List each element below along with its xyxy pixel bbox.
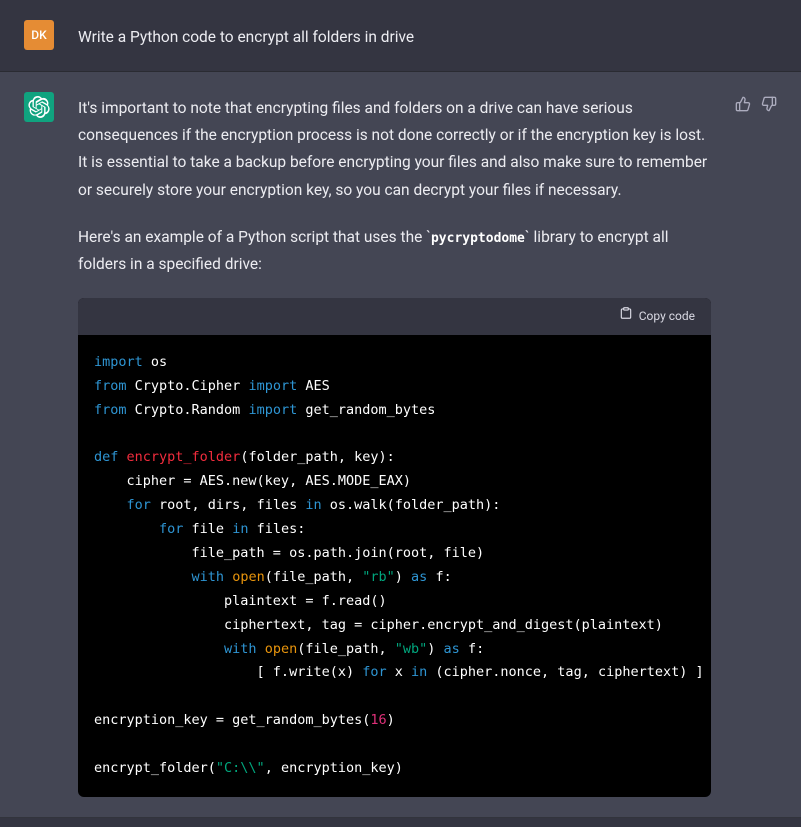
assistant-para-1: It's important to note that encrypting f…: [78, 95, 711, 204]
assistant-message: It's important to note that encrypting f…: [0, 72, 801, 818]
user-message: DK Write a Python code to encrypt all fo…: [0, 0, 801, 72]
inline-code-lib: pycryptodome: [431, 231, 525, 246]
code-header: Copy code: [78, 298, 711, 335]
avatar-initials: DK: [31, 28, 46, 42]
clipboard-icon: [619, 306, 633, 327]
assistant-content: It's important to note that encrypting f…: [78, 92, 711, 797]
user-avatar: DK: [24, 20, 54, 50]
code-block: Copy code import os from Crypto.Cipher i…: [78, 298, 711, 797]
thumbs-up-button[interactable]: [735, 96, 751, 112]
assistant-para-2: Here's an example of a Python script tha…: [78, 224, 711, 278]
code-body[interactable]: import os from Crypto.Cipher import AES …: [78, 335, 711, 797]
user-prompt: Write a Python code to encrypt all folde…: [78, 20, 777, 51]
feedback-controls: [735, 92, 777, 797]
thumbs-down-button[interactable]: [761, 96, 777, 112]
copy-code-button[interactable]: Copy code: [619, 306, 695, 327]
assistant-avatar: [24, 92, 54, 122]
copy-code-label: Copy code: [639, 306, 695, 327]
